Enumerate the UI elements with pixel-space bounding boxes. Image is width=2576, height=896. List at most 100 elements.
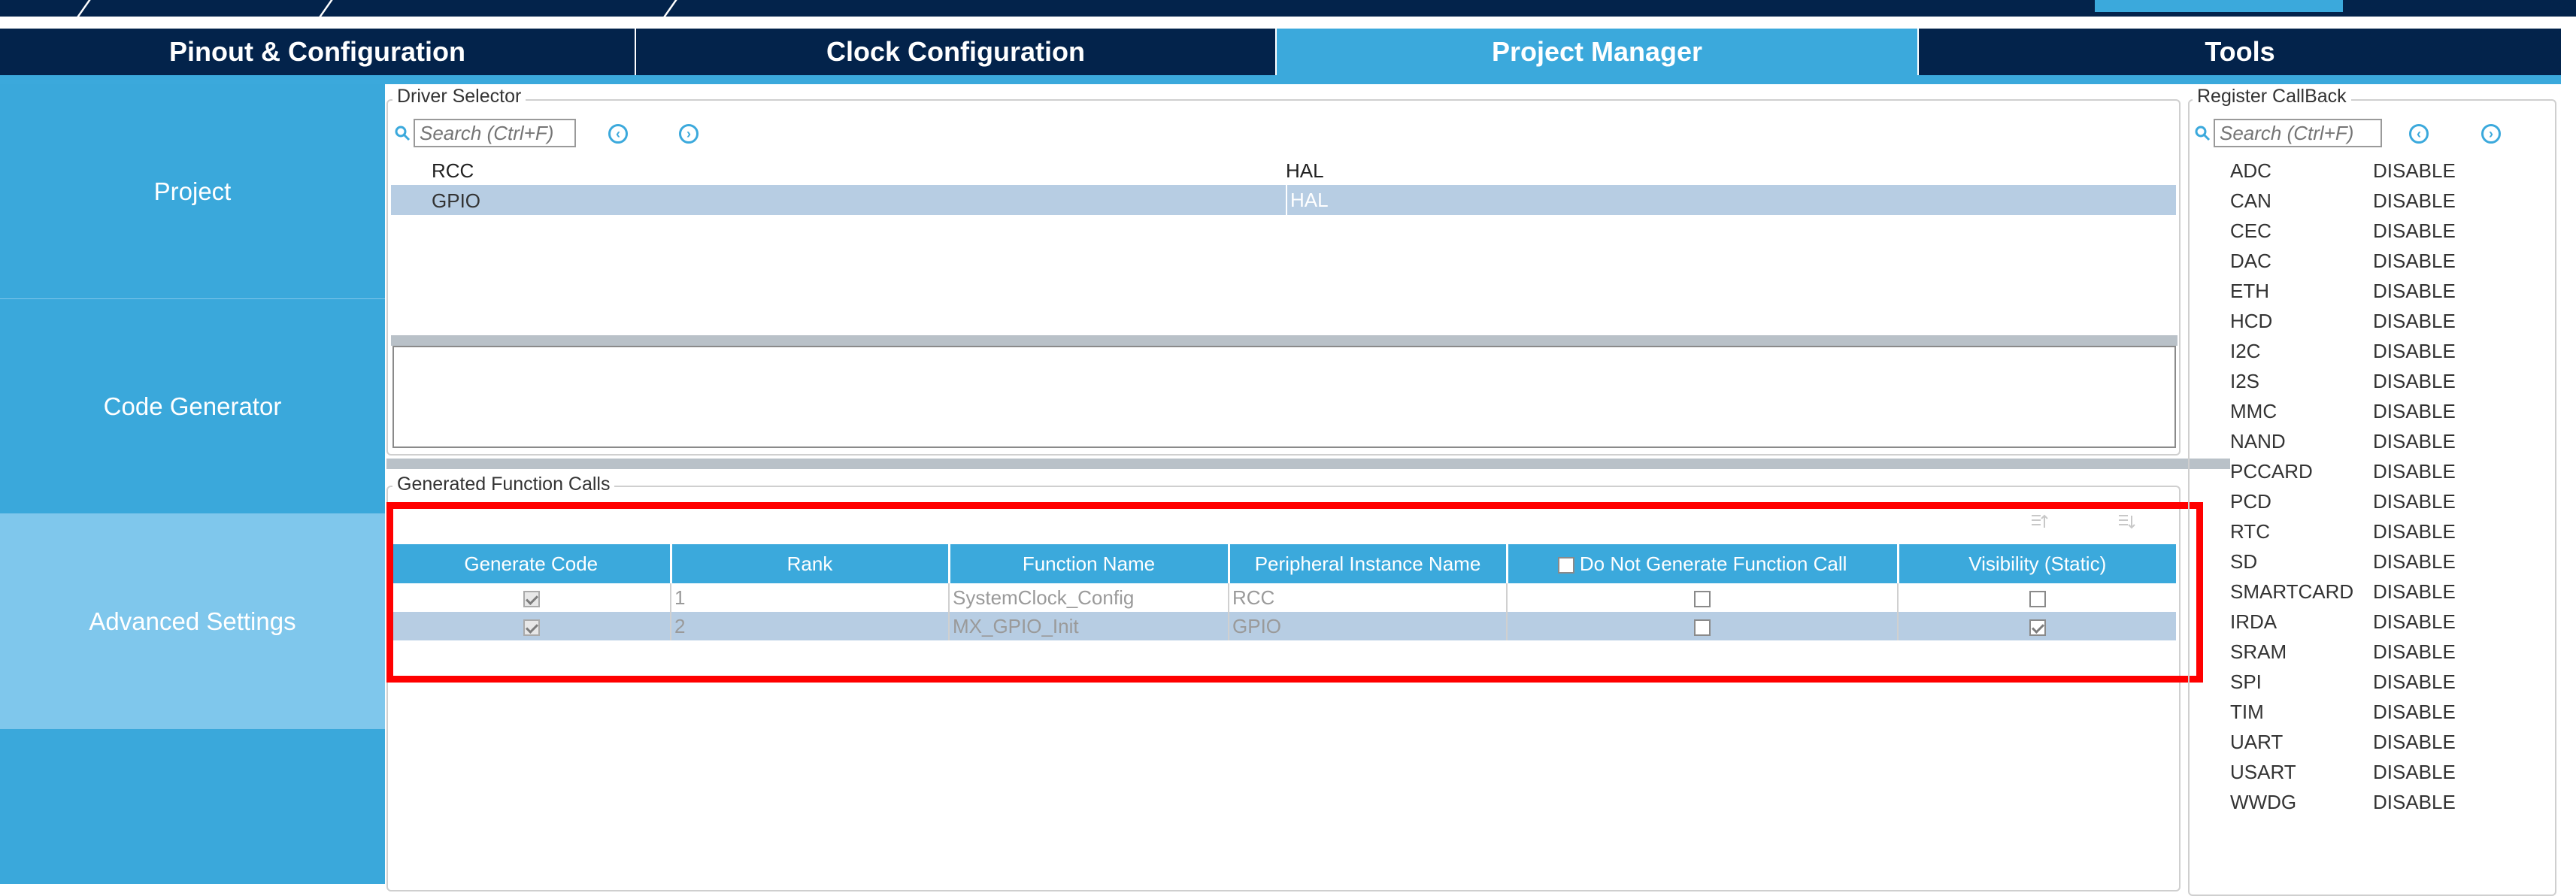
callback-value[interactable]: DISABLE bbox=[2373, 580, 2456, 604]
callback-row[interactable]: SPI DISABLE bbox=[2230, 666, 2531, 696]
tab-pinout-configuration[interactable]: Pinout & Configuration bbox=[0, 29, 636, 75]
sidebar-item-code-generator[interactable]: Code Generator bbox=[0, 299, 385, 514]
driver-splitter[interactable] bbox=[391, 335, 2177, 346]
callback-row[interactable]: UART DISABLE bbox=[2230, 726, 2531, 756]
callback-row[interactable]: CAN DISABLE bbox=[2230, 185, 2531, 215]
callback-value[interactable]: DISABLE bbox=[2373, 520, 2456, 543]
sidebar-item-label: Project bbox=[153, 177, 232, 205]
tab-underline bbox=[0, 75, 2561, 84]
callback-value[interactable]: DISABLE bbox=[2373, 400, 2456, 423]
callback-peripheral: I2C bbox=[2230, 340, 2261, 362]
callback-row[interactable]: SRAM DISABLE bbox=[2230, 636, 2531, 666]
sidebar-item-label: Code Generator bbox=[103, 392, 282, 420]
search-next-icon[interactable]: › bbox=[2481, 124, 2501, 144]
sidebar-item-project[interactable]: Project bbox=[0, 84, 385, 299]
highlight-box bbox=[386, 502, 2203, 683]
callback-row[interactable]: I2S DISABLE bbox=[2230, 365, 2531, 395]
callback-row[interactable]: DAC DISABLE bbox=[2230, 245, 2531, 275]
driver-type[interactable]: HAL bbox=[1286, 185, 1329, 215]
callback-value[interactable]: DISABLE bbox=[2373, 310, 2456, 333]
callback-value[interactable]: DISABLE bbox=[2373, 370, 2456, 393]
driver-selector-title: Driver Selector bbox=[392, 86, 526, 107]
callback-search bbox=[2194, 119, 2382, 147]
breadcrumb-separator bbox=[317, 0, 335, 20]
callback-peripheral: CAN bbox=[2230, 189, 2271, 212]
search-icon bbox=[2195, 126, 2211, 141]
callback-peripheral: CEC bbox=[2230, 219, 2271, 242]
callback-row[interactable]: ADC DISABLE bbox=[2230, 155, 2531, 185]
callback-value[interactable]: DISABLE bbox=[2373, 340, 2456, 363]
driver-search bbox=[394, 119, 576, 147]
callback-value[interactable]: DISABLE bbox=[2373, 610, 2456, 634]
callback-value[interactable]: DISABLE bbox=[2373, 791, 2456, 814]
register-callback-title: Register CallBack bbox=[2193, 86, 2351, 107]
callback-value[interactable]: DISABLE bbox=[2373, 731, 2456, 754]
main-tabs: Pinout & Configuration Clock Configurati… bbox=[0, 29, 2561, 75]
callback-peripheral: USART bbox=[2230, 761, 2296, 783]
callback-peripheral: NAND bbox=[2230, 430, 2286, 453]
callback-value[interactable]: DISABLE bbox=[2373, 250, 2456, 273]
callback-value[interactable]: DISABLE bbox=[2373, 550, 2456, 574]
callback-peripheral: SRAM bbox=[2230, 640, 2287, 663]
driver-row[interactable]: RCC HAL bbox=[391, 155, 2176, 185]
callback-peripheral: PCD bbox=[2230, 490, 2271, 513]
tab-tools[interactable]: Tools bbox=[1919, 29, 2561, 75]
callback-row[interactable]: I2C DISABLE bbox=[2230, 335, 2531, 365]
callback-row[interactable]: USART DISABLE bbox=[2230, 756, 2531, 786]
callback-peripheral: TIM bbox=[2230, 701, 2264, 723]
callback-row[interactable]: PCD DISABLE bbox=[2230, 486, 2531, 516]
callback-row[interactable]: CEC DISABLE bbox=[2230, 215, 2531, 245]
breadcrumb-separator bbox=[661, 0, 680, 20]
breadcrumb-separator bbox=[74, 0, 93, 20]
callback-value[interactable]: DISABLE bbox=[2373, 219, 2456, 243]
callback-peripheral: SMARTCARD bbox=[2230, 580, 2354, 603]
generate-code-button[interactable] bbox=[2095, 0, 2343, 12]
search-icon bbox=[395, 126, 411, 141]
search-prev-icon[interactable]: ‹ bbox=[608, 124, 628, 144]
callback-value[interactable]: DISABLE bbox=[2373, 280, 2456, 303]
callback-value[interactable]: DISABLE bbox=[2373, 670, 2456, 694]
driver-type[interactable]: HAL bbox=[1286, 159, 1324, 183]
callback-peripheral: I2S bbox=[2230, 370, 2260, 392]
callback-row[interactable]: HCD DISABLE bbox=[2230, 305, 2531, 335]
callback-value[interactable]: DISABLE bbox=[2373, 490, 2456, 513]
sidebar-item-label: Advanced Settings bbox=[89, 607, 296, 635]
driver-peripheral: RCC bbox=[432, 159, 474, 182]
callback-row[interactable]: MMC DISABLE bbox=[2230, 395, 2531, 425]
sidebar-item-advanced-settings[interactable]: Advanced Settings bbox=[0, 514, 385, 729]
callback-peripheral: HCD bbox=[2230, 310, 2273, 332]
callback-value[interactable]: DISABLE bbox=[2373, 761, 2456, 784]
callback-search-input[interactable] bbox=[2214, 119, 2382, 147]
driver-description-area bbox=[392, 346, 2176, 448]
callback-row[interactable]: WWDG DISABLE bbox=[2230, 786, 2531, 816]
callback-peripheral: SPI bbox=[2230, 670, 2262, 693]
sidebar: Project Code Generator Advanced Settings bbox=[0, 84, 385, 884]
callback-peripheral: ETH bbox=[2230, 280, 2269, 302]
callback-value[interactable]: DISABLE bbox=[2373, 701, 2456, 724]
callback-value[interactable]: DISABLE bbox=[2373, 640, 2456, 664]
driver-row[interactable]: GPIO HAL bbox=[391, 185, 2176, 215]
generated-function-calls-title: Generated Function Calls bbox=[392, 474, 615, 495]
callback-value[interactable]: DISABLE bbox=[2373, 159, 2456, 183]
callback-row[interactable]: SMARTCARD DISABLE bbox=[2230, 576, 2531, 606]
callback-peripheral: UART bbox=[2230, 731, 2284, 753]
callback-peripheral: SD bbox=[2230, 550, 2258, 573]
search-prev-icon[interactable]: ‹ bbox=[2409, 124, 2429, 144]
callback-row[interactable]: TIM DISABLE bbox=[2230, 696, 2531, 726]
top-breadcrumb-strip bbox=[0, 0, 2576, 20]
callback-row[interactable]: NAND DISABLE bbox=[2230, 425, 2531, 456]
callback-value[interactable]: DISABLE bbox=[2373, 460, 2456, 483]
callback-peripheral: IRDA bbox=[2230, 610, 2277, 633]
callback-value[interactable]: DISABLE bbox=[2373, 189, 2456, 213]
callback-row[interactable]: IRDA DISABLE bbox=[2230, 606, 2531, 636]
callback-value[interactable]: DISABLE bbox=[2373, 430, 2456, 453]
tab-clock-configuration[interactable]: Clock Configuration bbox=[636, 29, 1277, 75]
callback-row[interactable]: RTC DISABLE bbox=[2230, 516, 2531, 546]
callback-row[interactable]: ETH DISABLE bbox=[2230, 275, 2531, 305]
tab-project-manager[interactable]: Project Manager bbox=[1277, 29, 1919, 75]
callback-row[interactable]: PCCARD DISABLE bbox=[2230, 456, 2531, 486]
callback-row[interactable]: SD DISABLE bbox=[2230, 546, 2531, 576]
search-next-icon[interactable]: › bbox=[679, 124, 699, 144]
driver-search-input[interactable] bbox=[414, 119, 576, 147]
section-splitter[interactable] bbox=[386, 459, 2230, 469]
